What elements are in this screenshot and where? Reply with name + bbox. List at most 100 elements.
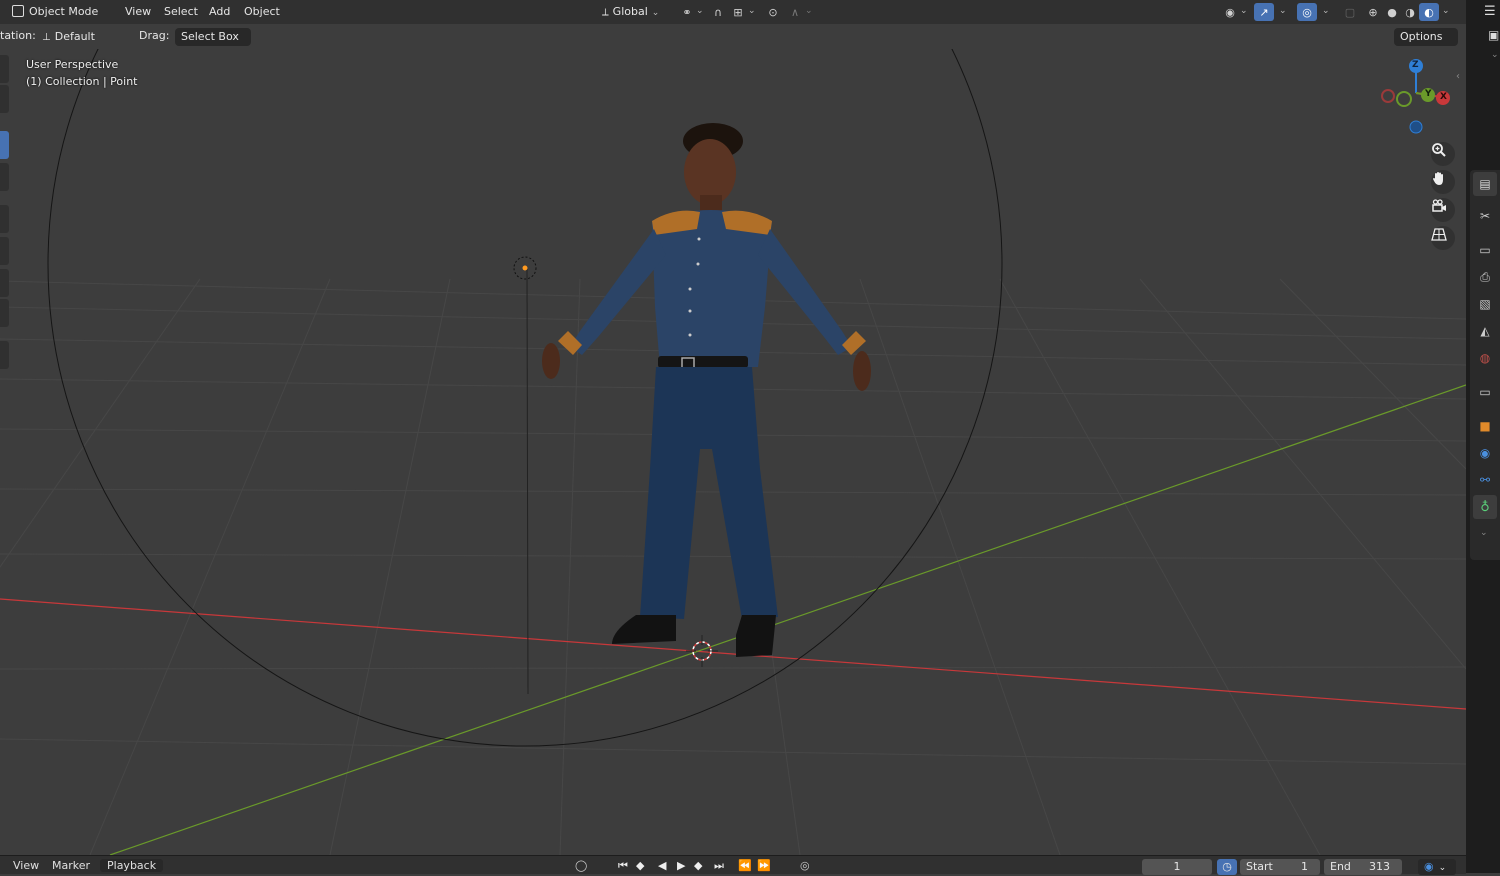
tool-transform[interactable] xyxy=(0,237,9,265)
options-dropdown[interactable]: Options⌄ xyxy=(1394,28,1458,61)
tool-cursor[interactable] xyxy=(0,85,9,113)
pan-hand-icon[interactable] xyxy=(1431,170,1455,194)
keying-set-icon[interactable]: ◎ xyxy=(800,859,810,872)
viewport-scene xyxy=(0,49,1466,855)
constraints-properties-icon[interactable]: ⚯ xyxy=(1473,468,1497,492)
material-shading-icon[interactable]: ◑ xyxy=(1400,3,1420,21)
world-properties-icon[interactable]: ◍ xyxy=(1473,346,1497,370)
rendered-shading-icon[interactable]: ◐ xyxy=(1419,3,1439,21)
outliner-icon[interactable]: ☰ xyxy=(1484,4,1496,19)
viewport-header: Object Mode⌄ View Select Add Object ⟂Glo… xyxy=(0,0,1466,36)
menu-object[interactable]: Object xyxy=(244,4,280,20)
gizmo-toggle-icon[interactable]: ↗ xyxy=(1254,3,1274,21)
next-marker-icon[interactable]: ⏩ xyxy=(757,859,771,872)
output-properties-icon[interactable]: ⎙ xyxy=(1473,265,1497,289)
gizmo-neg-z-axis[interactable] xyxy=(1409,120,1423,134)
mode-dropdown[interactable]: Object Mode⌄ xyxy=(6,3,114,36)
y-axis-line xyxy=(109,384,1466,855)
play-reverse-icon[interactable]: ◀ xyxy=(658,859,666,872)
chevron-down-icon: ⌄ xyxy=(1322,6,1330,16)
pivot-point-icon[interactable]: ⚭ xyxy=(677,3,697,21)
orientation-icon: ⟂ xyxy=(602,7,609,18)
chevron-down-icon: ⌄ xyxy=(1480,528,1488,538)
gizmo-x-label: X xyxy=(1440,92,1447,102)
perspective-grid-icon[interactable] xyxy=(1431,226,1455,250)
collection-label: (1) Collection | Point xyxy=(26,75,138,88)
snap-icon[interactable]: ∩ xyxy=(708,3,728,21)
camera-view-icon[interactable] xyxy=(1431,198,1455,222)
chevron-down-icon: ⌄ xyxy=(805,6,813,16)
timeline-menu-view[interactable]: View xyxy=(13,859,39,872)
3d-cursor-icon[interactable] xyxy=(686,635,718,667)
light-radius-circle xyxy=(47,49,1003,747)
3d-viewport[interactable]: User Perspective (1) Collection | Point … xyxy=(0,49,1466,855)
tool-select[interactable] xyxy=(0,55,9,83)
light-data-properties-icon[interactable]: ♁ xyxy=(1473,495,1497,519)
drag-select-dropdown[interactable]: Select Box⌄ xyxy=(175,28,251,61)
jump-start-icon[interactable]: ⏮ xyxy=(618,859,630,873)
falloff-icon[interactable]: ∧ xyxy=(785,3,805,21)
chevron-down-icon: ⌄ xyxy=(696,6,704,16)
tool-measure[interactable] xyxy=(0,299,9,327)
snap-target-icon[interactable]: ⊞ xyxy=(728,3,748,21)
proportional-editing-icon[interactable]: ⊙ xyxy=(763,3,783,21)
tool-rotate[interactable] xyxy=(0,163,9,191)
orientation-label: Global xyxy=(612,5,648,18)
chevron-down-icon: ⌄ xyxy=(1240,6,1248,16)
gizmo-z-label: Z xyxy=(1412,60,1419,70)
chevron-down-icon: ⌄ xyxy=(1438,863,1447,873)
menu-add[interactable]: Add xyxy=(209,4,230,20)
display-filter-icon[interactable]: ▣ xyxy=(1488,28,1499,42)
chevron-down-icon: ⌄ xyxy=(1442,6,1450,16)
transform-orientation-dropdown[interactable]: ⟂ Global ⌄ xyxy=(596,3,670,21)
play-icon[interactable]: ▶ xyxy=(677,859,685,872)
tool-annotate[interactable] xyxy=(0,269,9,297)
menu-select[interactable]: Select xyxy=(164,4,198,20)
auto-keying-icon[interactable]: ◯ xyxy=(575,859,587,872)
gizmo-neg-y-axis[interactable] xyxy=(1396,91,1412,107)
menu-view[interactable]: View xyxy=(125,4,151,20)
timeline-menu-playback[interactable]: Playback xyxy=(100,859,164,872)
next-keyframe-icon[interactable]: ◆ xyxy=(694,859,702,872)
light-stem-line xyxy=(526,268,529,695)
tool-settings-bar: tation: ⊥Default⌄ Drag: Select Box⌄ Opti… xyxy=(0,25,1466,62)
visibility-icon[interactable]: ◉ xyxy=(1220,3,1240,21)
collection-properties-icon[interactable]: ▭ xyxy=(1473,380,1497,404)
wireframe-shading-icon[interactable]: ⊕ xyxy=(1363,3,1383,21)
zoom-icon[interactable] xyxy=(1431,142,1455,166)
tool-properties-icon[interactable]: ✂ xyxy=(1473,204,1497,228)
chevron-down-icon: ⌄ xyxy=(748,6,756,16)
object-properties-icon[interactable]: ■ xyxy=(1473,414,1497,438)
gizmo-neg-x-axis[interactable] xyxy=(1381,89,1395,103)
gizmo-y-label: Y xyxy=(1425,89,1432,99)
jump-end-icon[interactable]: ⏭ xyxy=(714,859,724,873)
tool-add-cube[interactable] xyxy=(0,341,9,369)
orientation-label: tation: xyxy=(0,29,36,42)
orientation-default-dropdown[interactable]: ⊥Default⌄ xyxy=(36,28,130,62)
xray-icon[interactable]: ▢ xyxy=(1340,3,1360,21)
chevron-down-icon: ⌄ xyxy=(1491,50,1499,60)
chevron-down-icon: ⌄ xyxy=(651,8,660,18)
view-layer-properties-icon[interactable]: ▧ xyxy=(1473,292,1497,316)
tool-move[interactable] xyxy=(0,131,9,159)
properties-tabs: ▤ ✂ ▭ ⎙ ▧ ◭ ◍ ▭ ■ ◉ ⚯ ♁ ⌄ xyxy=(1470,170,1500,560)
chevron-down-icon: ⌄ xyxy=(1279,6,1287,16)
prev-keyframe-icon[interactable]: ◆ xyxy=(636,859,644,872)
orientation-value: Default xyxy=(54,30,95,43)
scene-properties-icon[interactable]: ◭ xyxy=(1473,319,1497,343)
properties-editor-icon[interactable]: ▤ xyxy=(1473,172,1497,196)
drag-label: Drag: xyxy=(139,29,170,42)
overlay-icon: ◉ xyxy=(1424,860,1434,873)
x-axis-line xyxy=(0,598,1466,710)
tool-scale[interactable] xyxy=(0,205,9,233)
prev-marker-icon[interactable]: ⏪ xyxy=(738,859,752,872)
current-frame-value: 1 xyxy=(1173,860,1181,873)
timeline-menu-marker[interactable]: Marker xyxy=(52,859,90,872)
render-properties-icon[interactable]: ▭ xyxy=(1473,238,1497,262)
overlays-toggle-icon[interactable]: ◎ xyxy=(1297,3,1317,21)
sidebar-toggle-chevron-icon[interactable]: ‹ xyxy=(1456,71,1460,82)
solid-shading-icon[interactable]: ● xyxy=(1382,3,1402,21)
physics-properties-icon[interactable]: ◉ xyxy=(1473,441,1497,465)
left-toolbar xyxy=(0,55,9,373)
orientation-axes-icon: ⊥ xyxy=(42,32,51,43)
